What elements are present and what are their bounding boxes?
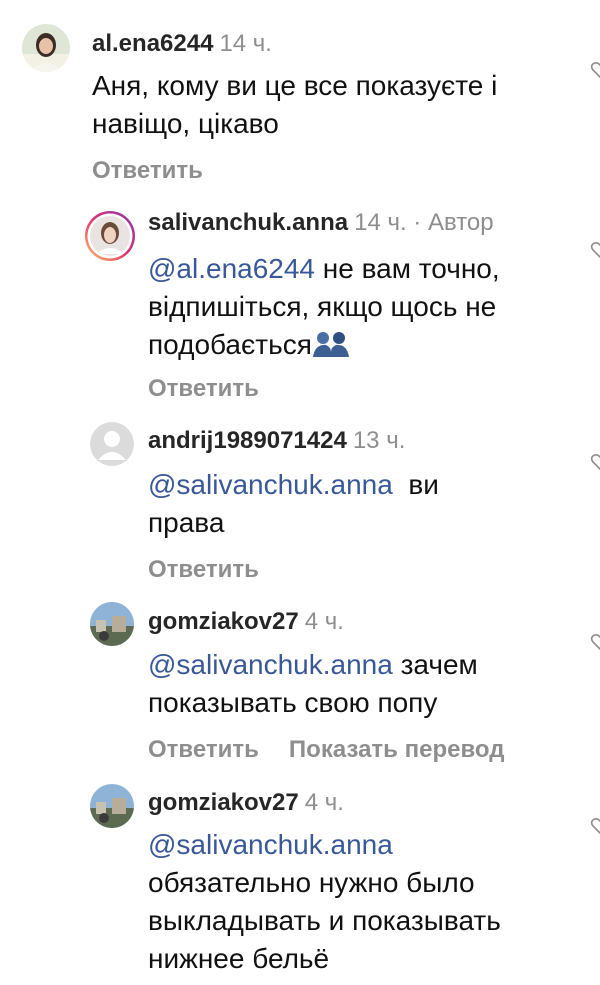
mention-link[interactable]: @salivanchuk.anna	[148, 829, 393, 860]
mention-link[interactable]: @al.ena6244	[148, 253, 315, 284]
comment-3-meta: andrij1989071424 13 ч.	[148, 427, 405, 455]
avatar-salivanchuk-anna[interactable]	[84, 210, 136, 262]
reply-button[interactable]: Ответить	[148, 556, 259, 584]
comment-line: @salivanchuk.anna	[148, 826, 501, 864]
reply-button[interactable]: Ответить	[148, 375, 259, 403]
comment-line: нижнее бельё	[148, 943, 330, 974]
like-heart-icon[interactable]	[590, 816, 600, 836]
default-user-icon	[90, 422, 134, 466]
show-translation-button[interactable]: Показать перевод	[289, 736, 505, 763]
username[interactable]: gomziakov27	[148, 789, 299, 816]
comment-line: показывать свою попу	[148, 687, 438, 718]
story-ring-avatar-icon	[85, 211, 135, 261]
mention-link[interactable]: @salivanchuk.anna	[148, 469, 393, 500]
timestamp-author: 14 ч. · Автор	[354, 209, 494, 236]
avatar-al-ena6244[interactable]	[22, 24, 70, 72]
comment-line: выкладывать и показывать	[148, 905, 501, 936]
reply-button[interactable]: Ответить	[92, 157, 203, 185]
avatar-gomziakov27[interactable]	[90, 602, 134, 646]
like-heart-icon[interactable]	[590, 240, 600, 260]
comment-3-text: @salivanchuk.anna ви права	[148, 466, 439, 542]
avatar-andrij1989071424[interactable]	[90, 422, 134, 466]
comment-2-meta: salivanchuk.anna 14 ч. · Автор	[148, 209, 494, 237]
comment-1-text: Аня, кому ви це все показуєте і навіщо, …	[92, 67, 497, 143]
timestamp: 14 ч.	[219, 30, 272, 57]
comment-4-text: @salivanchuk.anna зачем показывать свою …	[148, 646, 478, 722]
like-heart-icon[interactable]	[590, 60, 600, 80]
comment-5-text: @salivanchuk.anna обязательно нужно было…	[148, 826, 501, 978]
username[interactable]: al.ena6244	[92, 30, 213, 57]
timestamp: 4 ч.	[304, 789, 344, 816]
comment-line: навіщо, цікаво	[92, 108, 279, 139]
timestamp: 4 ч.	[304, 608, 344, 635]
comment-2-text: @al.ena6244 не вам точно, відпишіться, я…	[148, 250, 500, 368]
like-heart-icon[interactable]	[590, 632, 600, 652]
username[interactable]: gomziakov27	[148, 608, 299, 635]
comment-line: @salivanchuk.anna зачем	[148, 649, 478, 680]
comment-line: Аня, кому ви це все показуєте і	[92, 70, 498, 101]
username[interactable]: andrij1989071424	[148, 427, 347, 454]
hug-emoji	[312, 330, 350, 368]
timestamp: 13 ч.	[352, 427, 406, 454]
comment-line: подобається	[148, 326, 500, 368]
comment-5-meta: gomziakov27 4 ч.	[148, 789, 344, 817]
user-photo-icon	[22, 24, 70, 72]
comment-line: @salivanchuk.anna ви	[148, 469, 439, 500]
avatar-gomziakov27[interactable]	[90, 784, 134, 828]
user-photo-icon	[90, 602, 134, 646]
comment-line: відпишіться, якщо щось не	[148, 291, 497, 322]
username[interactable]: salivanchuk.anna	[148, 209, 348, 236]
comment-1-meta: al.ena6244 14 ч.	[92, 30, 272, 58]
reply-button[interactable]: Ответить	[148, 736, 259, 763]
comment-line: @al.ena6244 не вам точно,	[148, 253, 500, 284]
comment-line: обязательно нужно было	[148, 867, 475, 898]
user-photo-icon	[90, 784, 134, 828]
mention-link[interactable]: @salivanchuk.anna	[148, 649, 393, 680]
like-heart-icon[interactable]	[590, 452, 600, 472]
comment-4-meta: gomziakov27 4 ч.	[148, 608, 344, 636]
reply-actions: Ответить Показать перевод	[148, 736, 504, 764]
comment-line: права	[148, 507, 225, 538]
